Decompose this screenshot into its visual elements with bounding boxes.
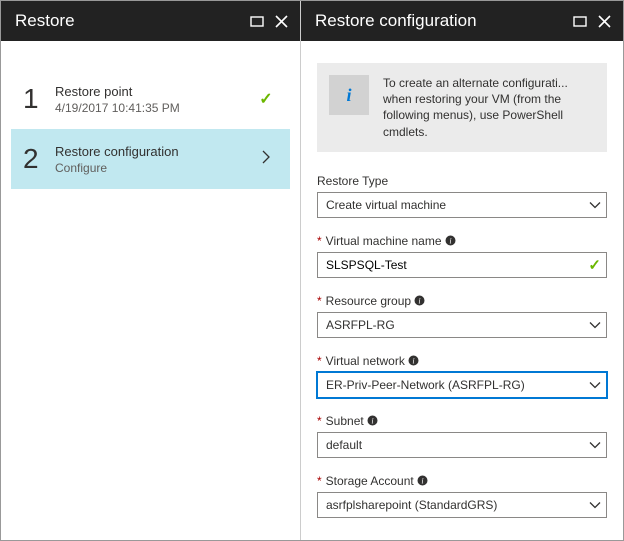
label-vm-name: Virtual machine name bbox=[326, 234, 442, 248]
required-marker: * bbox=[317, 234, 322, 248]
vm-name-input[interactable] bbox=[317, 252, 607, 278]
wizard-steps: 1 Restore point 4/19/2017 10:41:35 PM ✓ … bbox=[1, 41, 300, 189]
field-vm-name: * Virtual machine name i ✓ bbox=[317, 234, 607, 278]
field-virtual-network: * Virtual network i ER-Priv-Peer-Network… bbox=[317, 354, 607, 398]
chevron-right-icon bbox=[262, 150, 270, 169]
field-subnet: * Subnet i default bbox=[317, 414, 607, 458]
close-icon[interactable] bbox=[595, 12, 613, 30]
required-marker: * bbox=[317, 474, 322, 488]
restore-icon[interactable] bbox=[571, 12, 589, 30]
info-hint-icon[interactable]: i bbox=[367, 415, 378, 426]
required-marker: * bbox=[317, 414, 322, 428]
resource-group-select[interactable]: ASRFPL-RG bbox=[317, 312, 607, 338]
svg-text:i: i bbox=[421, 477, 423, 486]
label-restore-type: Restore Type bbox=[317, 174, 388, 188]
close-icon[interactable] bbox=[272, 12, 290, 30]
restore-type-select[interactable]: Create virtual machine bbox=[317, 192, 607, 218]
label-virtual-network: Virtual network bbox=[326, 354, 405, 368]
label-resource-group: Resource group bbox=[326, 294, 411, 308]
svg-text:i: i bbox=[418, 297, 420, 306]
restore-panel: Restore 1 Restore point 4/19/2017 10:41:… bbox=[1, 1, 301, 540]
label-subnet: Subnet bbox=[326, 414, 364, 428]
info-hint-icon[interactable]: i bbox=[408, 355, 419, 366]
svg-text:i: i bbox=[412, 357, 414, 366]
field-storage-account: * Storage Account i asrfplsharepoint (St… bbox=[317, 474, 607, 518]
checkmark-icon: ✓ bbox=[259, 89, 272, 109]
required-marker: * bbox=[317, 354, 322, 368]
restore-config-header: Restore configuration bbox=[301, 1, 623, 41]
info-text: To create an alternate configurati... wh… bbox=[383, 75, 595, 140]
info-icon: i bbox=[329, 75, 369, 115]
restore-icon[interactable] bbox=[248, 12, 266, 30]
restore-title: Restore bbox=[15, 11, 248, 31]
svg-text:i: i bbox=[449, 237, 451, 246]
info-hint-icon[interactable]: i bbox=[445, 235, 456, 246]
restore-header: Restore bbox=[1, 1, 300, 41]
required-marker: * bbox=[317, 294, 322, 308]
info-callout: i To create an alternate configurati... … bbox=[317, 63, 607, 152]
svg-text:i: i bbox=[371, 417, 373, 426]
storage-account-select[interactable]: asrfplsharepoint (StandardGRS) bbox=[317, 492, 607, 518]
step-restore-point[interactable]: 1 Restore point 4/19/2017 10:41:35 PM ✓ bbox=[11, 69, 290, 129]
field-resource-group: * Resource group i ASRFPL-RG bbox=[317, 294, 607, 338]
step-restore-configuration[interactable]: 2 Restore configuration Configure bbox=[11, 129, 290, 189]
info-hint-icon[interactable]: i bbox=[414, 295, 425, 306]
virtual-network-select[interactable]: ER-Priv-Peer-Network (ASRFPL-RG) bbox=[317, 372, 607, 398]
info-hint-icon[interactable]: i bbox=[417, 475, 428, 486]
label-storage-account: Storage Account bbox=[326, 474, 414, 488]
subnet-select[interactable]: default bbox=[317, 432, 607, 458]
restore-config-panel: Restore configuration i To create an alt… bbox=[301, 1, 623, 540]
restore-config-title: Restore configuration bbox=[315, 11, 571, 31]
field-restore-type: Restore Type Create virtual machine bbox=[317, 174, 607, 218]
